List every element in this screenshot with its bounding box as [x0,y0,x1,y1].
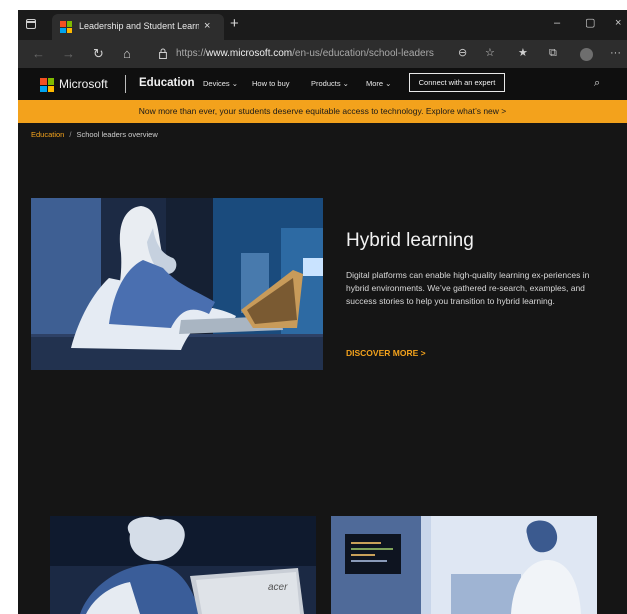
url-path: /en-us/education/school-leaders [292,48,434,59]
url-domain: www.microsoft.com [206,48,293,59]
card-image-student-laptop[interactable]: acer [50,516,316,614]
home-icon[interactable]: ⌂ [123,47,131,61]
refresh-icon[interactable]: ↻ [93,47,104,61]
close-window-icon[interactable]: × [615,17,621,29]
card-image-teacher-desk[interactable] [331,516,597,614]
hybrid-learning-image [31,198,323,370]
browser-window: Leadership and Student Learning × + – ▢ … [18,10,627,614]
connect-expert-button[interactable]: Connect with an expert [409,73,505,92]
lock-icon[interactable] [159,48,167,59]
microsoft-favicon-icon [60,21,72,33]
breadcrumb-separator: / [69,130,72,139]
profile-icon[interactable] [580,48,593,61]
tab-close-icon[interactable]: × [204,20,210,32]
tab-actions-icon[interactable] [26,19,36,29]
browser-tab[interactable]: Leadership and Student Learning × [52,14,224,40]
url-field[interactable]: https://www.microsoft.com/en-us/educatio… [154,44,454,64]
section-title[interactable]: Education [139,77,195,89]
zoom-icon[interactable]: ⊖ [458,47,467,60]
url-text: https://www.microsoft.com/en-us/educatio… [176,48,434,59]
back-icon[interactable]: ← [32,47,45,61]
url-prefix: https:// [176,48,207,59]
nav-more[interactable]: More ⌄ [366,79,391,88]
favorites-icon[interactable]: ★ [518,47,528,60]
breadcrumb-education[interactable]: Education [31,130,64,139]
title-bar: Leadership and Student Learning × + – ▢ … [18,10,627,40]
address-bar: ← → ↻ ⌂ https://www.microsoft.com/en-us/… [18,40,627,68]
promo-banner[interactable]: Now more than ever, your students deserv… [18,100,627,123]
forward-icon[interactable]: → [62,47,75,61]
search-icon[interactable]: ⌕ [594,77,600,90]
nav-products[interactable]: Products ⌄ [311,79,349,88]
promo-banner-text[interactable]: Now more than ever, your students deserv… [18,100,627,123]
nav-devices[interactable]: Devices ⌄ [203,79,238,88]
hero-description: Digital platforms can enable high-qualit… [346,270,590,306]
collections-icon[interactable]: ⧉ [549,47,557,60]
nav-how-to-buy[interactable]: How to buy [252,79,290,88]
acer-logo: acer [268,582,288,593]
microsoft-logo-icon[interactable] [40,78,54,92]
more-icon[interactable]: ··· [610,47,621,60]
discover-more-link[interactable]: DISCOVER MORE > [346,348,426,358]
site-header: Microsoft Education Devices ⌄ How to buy… [18,68,627,100]
hero-title: Hybrid learning [346,230,474,251]
new-tab-icon[interactable]: + [230,16,239,32]
breadcrumb: Education / School leaders overview [31,130,158,139]
minimize-icon[interactable]: – [554,17,560,29]
nav-divider [125,75,126,93]
maximize-icon[interactable]: ▢ [585,17,595,29]
favorite-add-icon[interactable]: ☆ [485,47,495,60]
brand-name[interactable]: Microsoft [59,77,108,91]
tab-title: Leadership and Student Learning [79,21,199,31]
breadcrumb-current: School leaders overview [76,130,158,139]
